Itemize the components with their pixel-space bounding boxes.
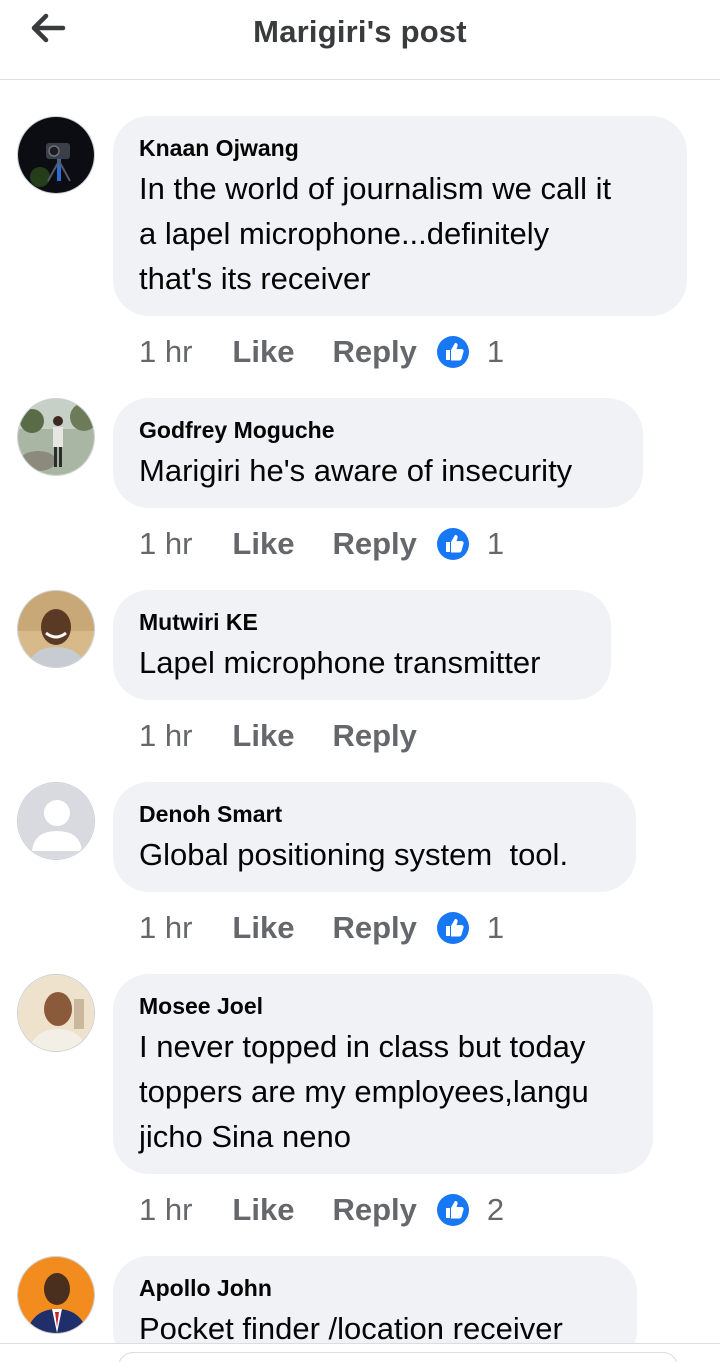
reply-button[interactable]: Reply — [332, 718, 416, 754]
comment-composer-bar — [0, 1343, 720, 1362]
comment-author[interactable]: Apollo John — [139, 1273, 611, 1303]
avatar[interactable] — [17, 398, 95, 476]
avatar[interactable] — [17, 116, 95, 194]
avatar[interactable] — [17, 590, 95, 668]
comment-author[interactable]: Knaan Ojwang — [139, 133, 661, 163]
comment-author[interactable]: Mutwiri KE — [139, 607, 585, 637]
comment-bubble[interactable]: Mosee Joel I never topped in class but t… — [113, 974, 653, 1174]
reaction-count[interactable]: 1 — [487, 910, 504, 946]
comment-bubble[interactable]: Knaan Ojwang In the world of journalism … — [113, 116, 687, 316]
reaction-count[interactable]: 1 — [487, 334, 504, 370]
thumbs-up-reaction-icon[interactable] — [436, 1194, 469, 1226]
thumbs-up-reaction-icon[interactable] — [436, 336, 469, 368]
comment-author[interactable]: Denoh Smart — [139, 799, 610, 829]
comment-actions: 1 hr Like Reply 1 — [139, 524, 504, 564]
reaction-count[interactable]: 1 — [487, 526, 504, 562]
comment-bubble[interactable]: Denoh Smart Global positioning system to… — [113, 782, 636, 892]
page-title: Marigiri's post — [253, 14, 467, 49]
default-profile-icon — [18, 783, 94, 859]
like-button[interactable]: Like — [232, 526, 294, 562]
reply-button[interactable]: Reply — [332, 334, 416, 370]
post-header: Marigiri's post — [0, 0, 720, 80]
thumbs-up-reaction-icon[interactable] — [436, 528, 469, 560]
reply-button[interactable]: Reply — [332, 1192, 416, 1228]
like-button[interactable]: Like — [232, 1192, 294, 1228]
comment-author[interactable]: Godfrey Moguche — [139, 415, 617, 445]
like-button[interactable]: Like — [232, 334, 294, 370]
reply-button[interactable]: Reply — [332, 910, 416, 946]
comment-time: 1 hr — [139, 526, 193, 561]
comment-bubble[interactable]: Godfrey Moguche Marigiri he's aware of i… — [113, 398, 643, 508]
comment-text: Marigiri he's aware of insecurity — [139, 453, 573, 488]
comment-actions: 1 hr Like Reply 1 — [139, 332, 504, 372]
comment-actions: 1 hr Like Reply 1 — [139, 908, 504, 948]
comment-bubble[interactable]: Mutwiri KE Lapel microphone transmitter — [113, 590, 611, 700]
comment-author[interactable]: Mosee Joel — [139, 991, 627, 1021]
reply-button[interactable]: Reply — [332, 526, 416, 562]
comment-actions: 1 hr Like Reply 2 — [139, 1190, 504, 1230]
comment-actions: 1 hr Like Reply — [139, 716, 437, 756]
comment-time: 1 hr — [139, 334, 193, 369]
thumbs-up-reaction-icon[interactable] — [436, 912, 469, 944]
comment-text: I never topped in class but today topper… — [139, 1029, 589, 1154]
like-button[interactable]: Like — [232, 910, 294, 946]
comment-text: Lapel microphone transmitter — [139, 645, 541, 680]
comment-time: 1 hr — [139, 718, 193, 753]
avatar[interactable] — [17, 1256, 95, 1334]
comment-time: 1 hr — [139, 1192, 193, 1227]
comment-text: Global positioning system tool. — [139, 837, 569, 872]
comment-time: 1 hr — [139, 910, 193, 945]
comment-text: In the world of journalism we call it a … — [139, 171, 612, 296]
avatar[interactable] — [17, 782, 95, 860]
write-comment-input[interactable] — [118, 1352, 678, 1362]
avatar[interactable] — [17, 974, 95, 1052]
reaction-count[interactable]: 2 — [487, 1192, 504, 1228]
like-button[interactable]: Like — [232, 718, 294, 754]
